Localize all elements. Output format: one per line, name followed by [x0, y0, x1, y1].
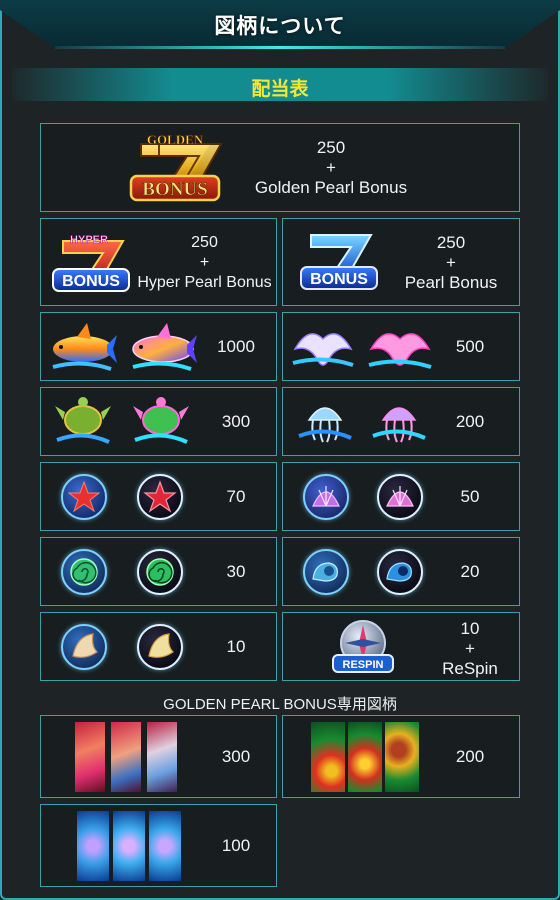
dolphin-cell: 1000: [40, 312, 277, 381]
ammonite-payout: 30: [226, 562, 246, 581]
ammonite-neon-orb-icon: [137, 549, 183, 595]
mermaid-reel-2: [111, 722, 141, 792]
scallop-payout: 50: [460, 487, 480, 506]
treasure-payout: 200: [455, 747, 485, 766]
scallop-orb-icon: [303, 474, 349, 520]
dolphin-neon-icon: [132, 323, 197, 371]
snail-cell: 20: [282, 537, 520, 606]
snail-neon-orb-icon: [377, 549, 423, 595]
manta-ray-icon: [292, 333, 354, 367]
starfish-orb-icon: [61, 474, 107, 520]
scallop-cell: 50: [282, 462, 520, 531]
mermaid-payout: 300: [221, 747, 251, 766]
conch-neon-orb-icon: [137, 624, 183, 670]
ammonite-orb-icon: [61, 549, 107, 595]
respin-cell: RESPIN 10 + ReSpin: [282, 612, 520, 681]
jellyfish-icon: [298, 407, 352, 443]
blue-seven-bonus-logo: BONUS: [300, 234, 378, 290]
golden-logo-bottom: BONUS: [142, 179, 207, 200]
turtle-icon: [55, 397, 111, 444]
golden-bonus-cell: GOLDEN BONUS 250 + Golden Pearl Bonus: [40, 123, 520, 212]
treasure-cell: 200: [282, 715, 520, 798]
ammonite-cell: 30: [40, 537, 277, 606]
treasure-reel-image: [311, 722, 419, 792]
mermaid-reel-image: [75, 722, 177, 792]
golden-logo-top: GOLDEN: [147, 132, 204, 147]
header-glow-line: [55, 46, 505, 49]
manta-ray-neon-icon: [368, 333, 432, 369]
starfish-payout: 70: [226, 487, 246, 506]
hyper-bonus-cell: HYPER BONUS 250 + Hyper Pearl Bonus: [40, 218, 277, 306]
treasure-reel-2: [348, 722, 382, 792]
mermaid-reel-3: [147, 722, 177, 792]
turtle-payout: 300: [221, 412, 251, 431]
golden-seven-bonus-logo: GOLDEN BONUS: [129, 132, 223, 202]
respin-compass-icon: RESPIN: [332, 620, 394, 673]
hyper-logo-bottom: BONUS: [62, 273, 120, 290]
dolphins-payout: 100: [221, 836, 251, 855]
manta-payout: 500: [455, 337, 485, 356]
dolphins-reel-1: [77, 811, 109, 881]
snail-orb-icon: [303, 549, 349, 595]
respin-payout: 10 + ReSpin: [442, 619, 498, 678]
conch-cell: 10: [40, 612, 277, 681]
starfish-cell: 70: [40, 462, 277, 531]
conch-payout: 10: [226, 637, 246, 656]
paytable-title: 配当表: [251, 79, 309, 100]
treasure-reel-1: [311, 722, 345, 792]
mermaid-cell: 300: [40, 715, 277, 798]
jellyfish-neon-icon: [372, 407, 426, 443]
treasure-reel-3: [385, 722, 419, 792]
respin-badge-text: RESPIN: [343, 659, 384, 671]
golden-bonus-payout: 250 + Golden Pearl Bonus: [254, 138, 408, 197]
mermaid-reel-1: [75, 722, 105, 792]
manta-cell: 500: [282, 312, 520, 381]
blue-bonus-payout: 250 + Pearl Bonus: [404, 233, 498, 292]
golden-pearl-section-title: GOLDEN PEARL BONUS専用図柄: [163, 696, 397, 713]
hyper-seven-bonus-logo: HYPER BONUS: [52, 234, 130, 292]
starfish-neon-orb-icon: [137, 474, 183, 520]
page-title: 図柄について: [214, 15, 346, 38]
snail-payout: 20: [460, 562, 480, 581]
dolphins-reel-image: [77, 811, 181, 881]
blue-bonus-cell: BONUS 250 + Pearl Bonus: [282, 218, 520, 306]
scallop-neon-orb-icon: [377, 474, 423, 520]
conch-orb-icon: [61, 624, 107, 670]
jellyfish-cell: 200: [282, 387, 520, 456]
hyper-bonus-payout: 250 + Hyper Pearl Bonus: [137, 234, 272, 291]
dolphin-icon: [52, 323, 117, 371]
turtle-neon-icon: [133, 397, 189, 444]
dolphin-payout: 1000: [217, 337, 255, 356]
turtle-cell: 300: [40, 387, 277, 456]
jellyfish-payout: 200: [455, 412, 485, 431]
blue-logo-bottom: BONUS: [310, 271, 368, 288]
dolphins-reel-2: [113, 811, 145, 881]
dolphins-reel-3: [149, 811, 181, 881]
hyper-logo-top: HYPER: [70, 234, 108, 246]
dolphins-cell: 100: [40, 804, 277, 887]
